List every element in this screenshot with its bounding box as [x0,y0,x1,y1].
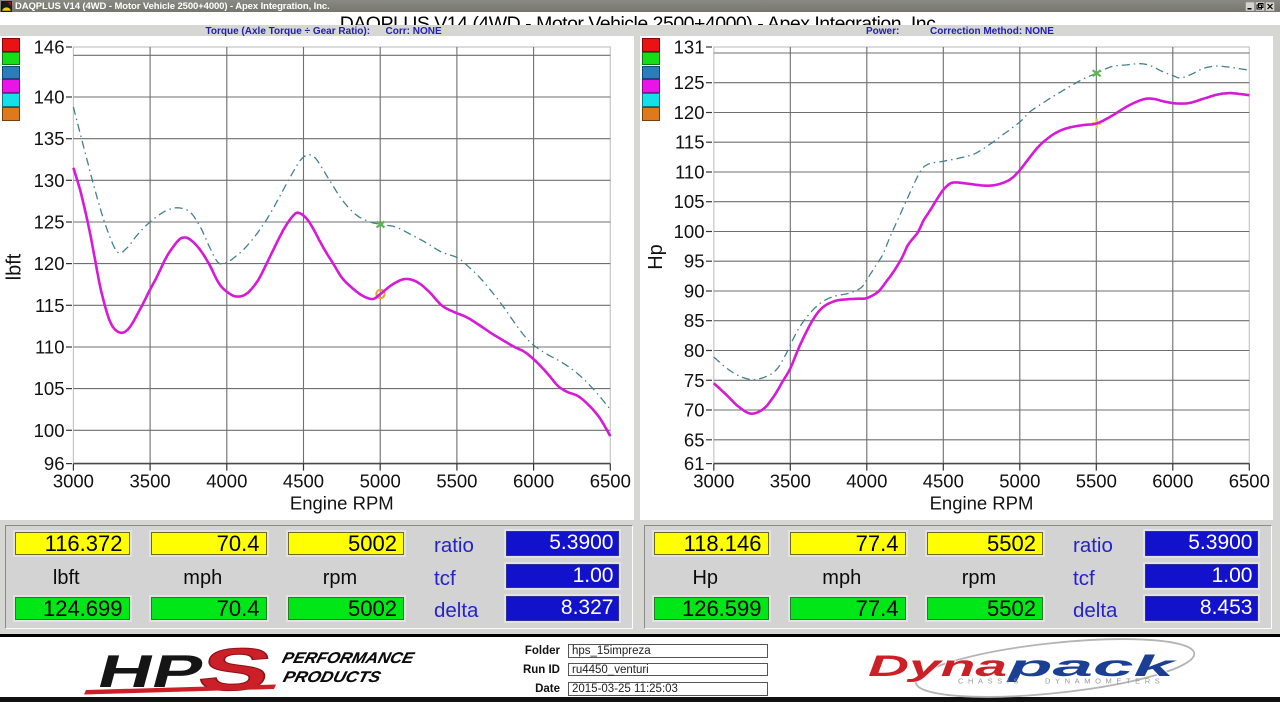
svg-text:4000: 4000 [206,471,247,492]
svg-text:110: 110 [35,337,65,358]
svg-text:90: 90 [684,281,705,302]
svg-text:6000: 6000 [513,471,554,492]
svg-text:100: 100 [674,221,705,242]
svg-text:65: 65 [684,429,705,450]
svg-text:131: 131 [674,37,705,58]
svg-text:3000: 3000 [693,471,734,492]
svg-text:DYNAMOMETERS: DYNAMOMETERS [1045,677,1164,686]
svg-text:5500: 5500 [1076,471,1117,492]
svg-text:115: 115 [675,132,705,153]
svg-text:80: 80 [684,340,705,361]
svg-text:105: 105 [674,191,705,212]
svg-text:3500: 3500 [770,471,811,492]
svg-text:PRODUCTS: PRODUCTS [281,669,383,686]
svg-text:120: 120 [34,253,65,274]
svg-text:75: 75 [684,370,705,391]
svg-text:110: 110 [675,162,705,183]
svg-text:Engine RPM: Engine RPM [930,493,1034,514]
svg-text:3000: 3000 [53,471,94,492]
svg-text:4500: 4500 [283,471,324,492]
svg-text:125: 125 [34,212,65,233]
svg-text:140: 140 [34,87,65,108]
svg-text:5000: 5000 [360,471,401,492]
svg-text:5000: 5000 [999,471,1040,492]
svg-text:146: 146 [34,37,65,58]
svg-text:70: 70 [684,400,705,421]
svg-text:5500: 5500 [436,471,477,492]
svg-text:PERFORMANCE: PERFORMANCE [280,650,416,667]
svg-text:105: 105 [34,378,65,399]
svg-text:135: 135 [34,128,65,149]
svg-text:6000: 6000 [1152,471,1193,492]
svg-text:125: 125 [674,72,705,93]
svg-text:95: 95 [684,251,705,272]
svg-text:4000: 4000 [846,471,887,492]
svg-text:CHASSIS: CHASSIS [958,677,1023,686]
svg-text:6500: 6500 [590,471,631,492]
svg-text:85: 85 [684,310,705,331]
svg-text:3500: 3500 [130,471,171,492]
svg-text:6500: 6500 [1229,471,1270,492]
svg-text:120: 120 [674,102,705,123]
svg-text:100: 100 [34,420,65,441]
svg-text:Hp: Hp [645,244,667,270]
svg-text:Engine RPM: Engine RPM [290,493,394,514]
svg-text:115: 115 [35,295,65,316]
svg-text:lbft: lbft [3,253,25,280]
svg-text:130: 130 [34,170,65,191]
svg-text:4500: 4500 [923,471,964,492]
